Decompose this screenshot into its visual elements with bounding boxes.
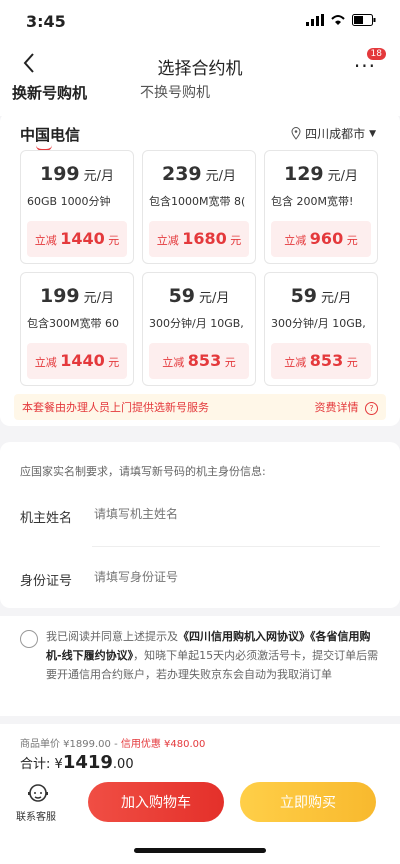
discount-unit: 元 bbox=[346, 234, 358, 247]
total-currency: ¥ bbox=[54, 757, 63, 772]
plan-card[interactable]: 59 元/月 300分钟/月 10GB, 立减 853 元 bbox=[142, 272, 256, 386]
plan-price-value: 199 bbox=[39, 285, 80, 307]
plan-discount: 立减 853 元 bbox=[149, 343, 249, 379]
unit-price-label: 商品单价 ¥1899.00 - bbox=[20, 739, 121, 750]
divider bbox=[92, 546, 380, 547]
plan-price-unit: 元/月 bbox=[327, 169, 359, 184]
discount-unit: 元 bbox=[108, 356, 120, 369]
agreement-text: 我已阅读并同意上述提示及《四川信用购机入网协议》《各省信用购机-线下履约协议》，… bbox=[46, 627, 382, 684]
location-label: 四川成都市 bbox=[305, 127, 366, 141]
plan-price-unit: 元/月 bbox=[199, 291, 230, 306]
plan-description: 300分钟/月 10GB, bbox=[149, 317, 244, 330]
total-label: 合计: bbox=[20, 757, 51, 772]
battery-icon bbox=[352, 14, 376, 26]
plan-price-unit: 元/月 bbox=[205, 169, 237, 184]
plan-discount: 立减 1680 元 bbox=[149, 221, 249, 257]
plan-description: 包含1000M宽带 8( bbox=[149, 195, 246, 208]
discount-value: 1440 bbox=[60, 229, 105, 248]
plan-price-unit: 元/月 bbox=[83, 169, 115, 184]
owner-name-label: 机主姓名 bbox=[20, 511, 73, 526]
plan-price: 59 元/月 bbox=[265, 285, 377, 307]
dropdown-caret-icon: ▼ bbox=[369, 128, 376, 139]
form-hint: 应国家实名制要求，请填写新号码的机主身份信息: bbox=[20, 465, 266, 478]
discount-label: 立减 bbox=[156, 234, 179, 247]
notice-text: 本套餐由办理人员上门提供选新号服务 bbox=[22, 401, 209, 414]
wifi-icon bbox=[331, 15, 345, 25]
plan-price-value: 129 bbox=[283, 163, 324, 185]
status-icons bbox=[306, 14, 376, 26]
discount-label: 立减 bbox=[34, 356, 57, 369]
discount-label: 立减 bbox=[284, 234, 307, 247]
buy-now-button[interactable]: 立即购买 bbox=[240, 782, 376, 822]
plan-card[interactable]: 199 元/月 60GB 1000分钟 立减 1440 元 bbox=[20, 150, 134, 264]
owner-name-input[interactable] bbox=[92, 502, 376, 526]
customer-service-icon[interactable] bbox=[26, 782, 50, 806]
total-price: 合计: ¥1419.00 bbox=[20, 752, 134, 773]
discount-unit: 元 bbox=[108, 234, 120, 247]
plan-price: 59 元/月 bbox=[143, 285, 255, 307]
fee-details-label: 资费详情 bbox=[314, 401, 359, 414]
plan-price: 129 元/月 bbox=[265, 163, 377, 185]
discount-value: 960 bbox=[309, 229, 344, 248]
signal-icon bbox=[306, 14, 324, 26]
customer-service-label[interactable]: 联系客服 bbox=[16, 808, 56, 823]
plan-price-unit: 元/月 bbox=[321, 291, 352, 306]
id-number-label: 身份证号 bbox=[20, 574, 73, 589]
plan-discount: 立减 853 元 bbox=[271, 343, 371, 379]
plan-description: 包含300M宽带 60 bbox=[27, 317, 119, 330]
plan-description: 300分钟/月 10GB, bbox=[271, 317, 366, 330]
plan-price: 199 元/月 bbox=[21, 285, 133, 307]
discount-value: 1440 bbox=[60, 351, 105, 370]
discount-label: 立减 bbox=[34, 234, 57, 247]
plan-price-value: 59 bbox=[290, 285, 318, 307]
home-indicator bbox=[134, 848, 266, 853]
total-decimal: .00 bbox=[112, 757, 134, 772]
plan-price-value: 199 bbox=[39, 163, 80, 185]
plan-price-unit: 元/月 bbox=[83, 291, 115, 306]
info-icon: ? bbox=[365, 402, 378, 415]
discount-value: 853 bbox=[309, 351, 344, 370]
id-number-input[interactable] bbox=[92, 565, 376, 589]
unit-price: 商品单价 ¥1899.00 - 信用优惠 ¥480.00 bbox=[20, 735, 205, 750]
message-badge: 18 bbox=[366, 48, 386, 60]
carrier-name: 中国电信 bbox=[20, 126, 81, 144]
tab-keep-number[interactable]: 不换号购机 bbox=[140, 82, 210, 102]
page-title: 选择合约机 bbox=[157, 59, 243, 79]
location-selector[interactable]: 四川成都市 ▼ bbox=[291, 125, 376, 142]
plan-card[interactable]: 199 元/月 包含300M宽带 60 立减 1440 元 bbox=[20, 272, 134, 386]
plan-card[interactable]: 129 元/月 包含 200M宽带! 立减 960 元 bbox=[264, 150, 378, 264]
plan-discount: 立减 1440 元 bbox=[27, 343, 127, 379]
discount-unit: 元 bbox=[230, 234, 242, 247]
credit-purchase-agreement-link[interactable]: 《四川信用购机入网协议》 bbox=[178, 630, 310, 643]
plan-card[interactable]: 239 元/月 包含1000M宽带 8( 立减 1680 元 bbox=[142, 150, 256, 264]
plan-card[interactable]: 59 元/月 300分钟/月 10GB, 立减 853 元 bbox=[264, 272, 378, 386]
discount-label: 立减 bbox=[162, 356, 185, 369]
plan-discount: 立减 1440 元 bbox=[27, 221, 127, 257]
plan-description: 包含 200M宽带! bbox=[271, 195, 354, 208]
status-time: 3:45 bbox=[26, 12, 66, 31]
agreement-checkbox[interactable] bbox=[20, 630, 38, 648]
agreement-prefix: 我已阅读并同意上述提示及 bbox=[46, 630, 178, 643]
plan-description: 60GB 1000分钟 bbox=[27, 195, 111, 208]
tab-new-number[interactable]: 换新号购机 bbox=[12, 82, 87, 103]
location-pin-icon bbox=[291, 127, 301, 140]
discount-value: 853 bbox=[187, 351, 222, 370]
plan-price-value: 239 bbox=[161, 163, 202, 185]
discount-unit: 元 bbox=[346, 356, 358, 369]
plan-price: 199 元/月 bbox=[21, 163, 133, 185]
discount-value: 1680 bbox=[182, 229, 227, 248]
add-to-cart-button[interactable]: 加入购物车 bbox=[88, 782, 224, 822]
discount-label: 立减 bbox=[284, 356, 307, 369]
total-amount: 1419 bbox=[62, 752, 113, 773]
plan-discount: 立减 960 元 bbox=[271, 221, 371, 257]
fee-details-link[interactable]: 资费详情 ? bbox=[314, 399, 378, 415]
discount-unit: 元 bbox=[224, 356, 236, 369]
credit-discount: 信用优惠 ¥480.00 bbox=[120, 739, 206, 750]
plan-price-value: 59 bbox=[168, 285, 196, 307]
plan-price: 239 元/月 bbox=[143, 163, 255, 185]
